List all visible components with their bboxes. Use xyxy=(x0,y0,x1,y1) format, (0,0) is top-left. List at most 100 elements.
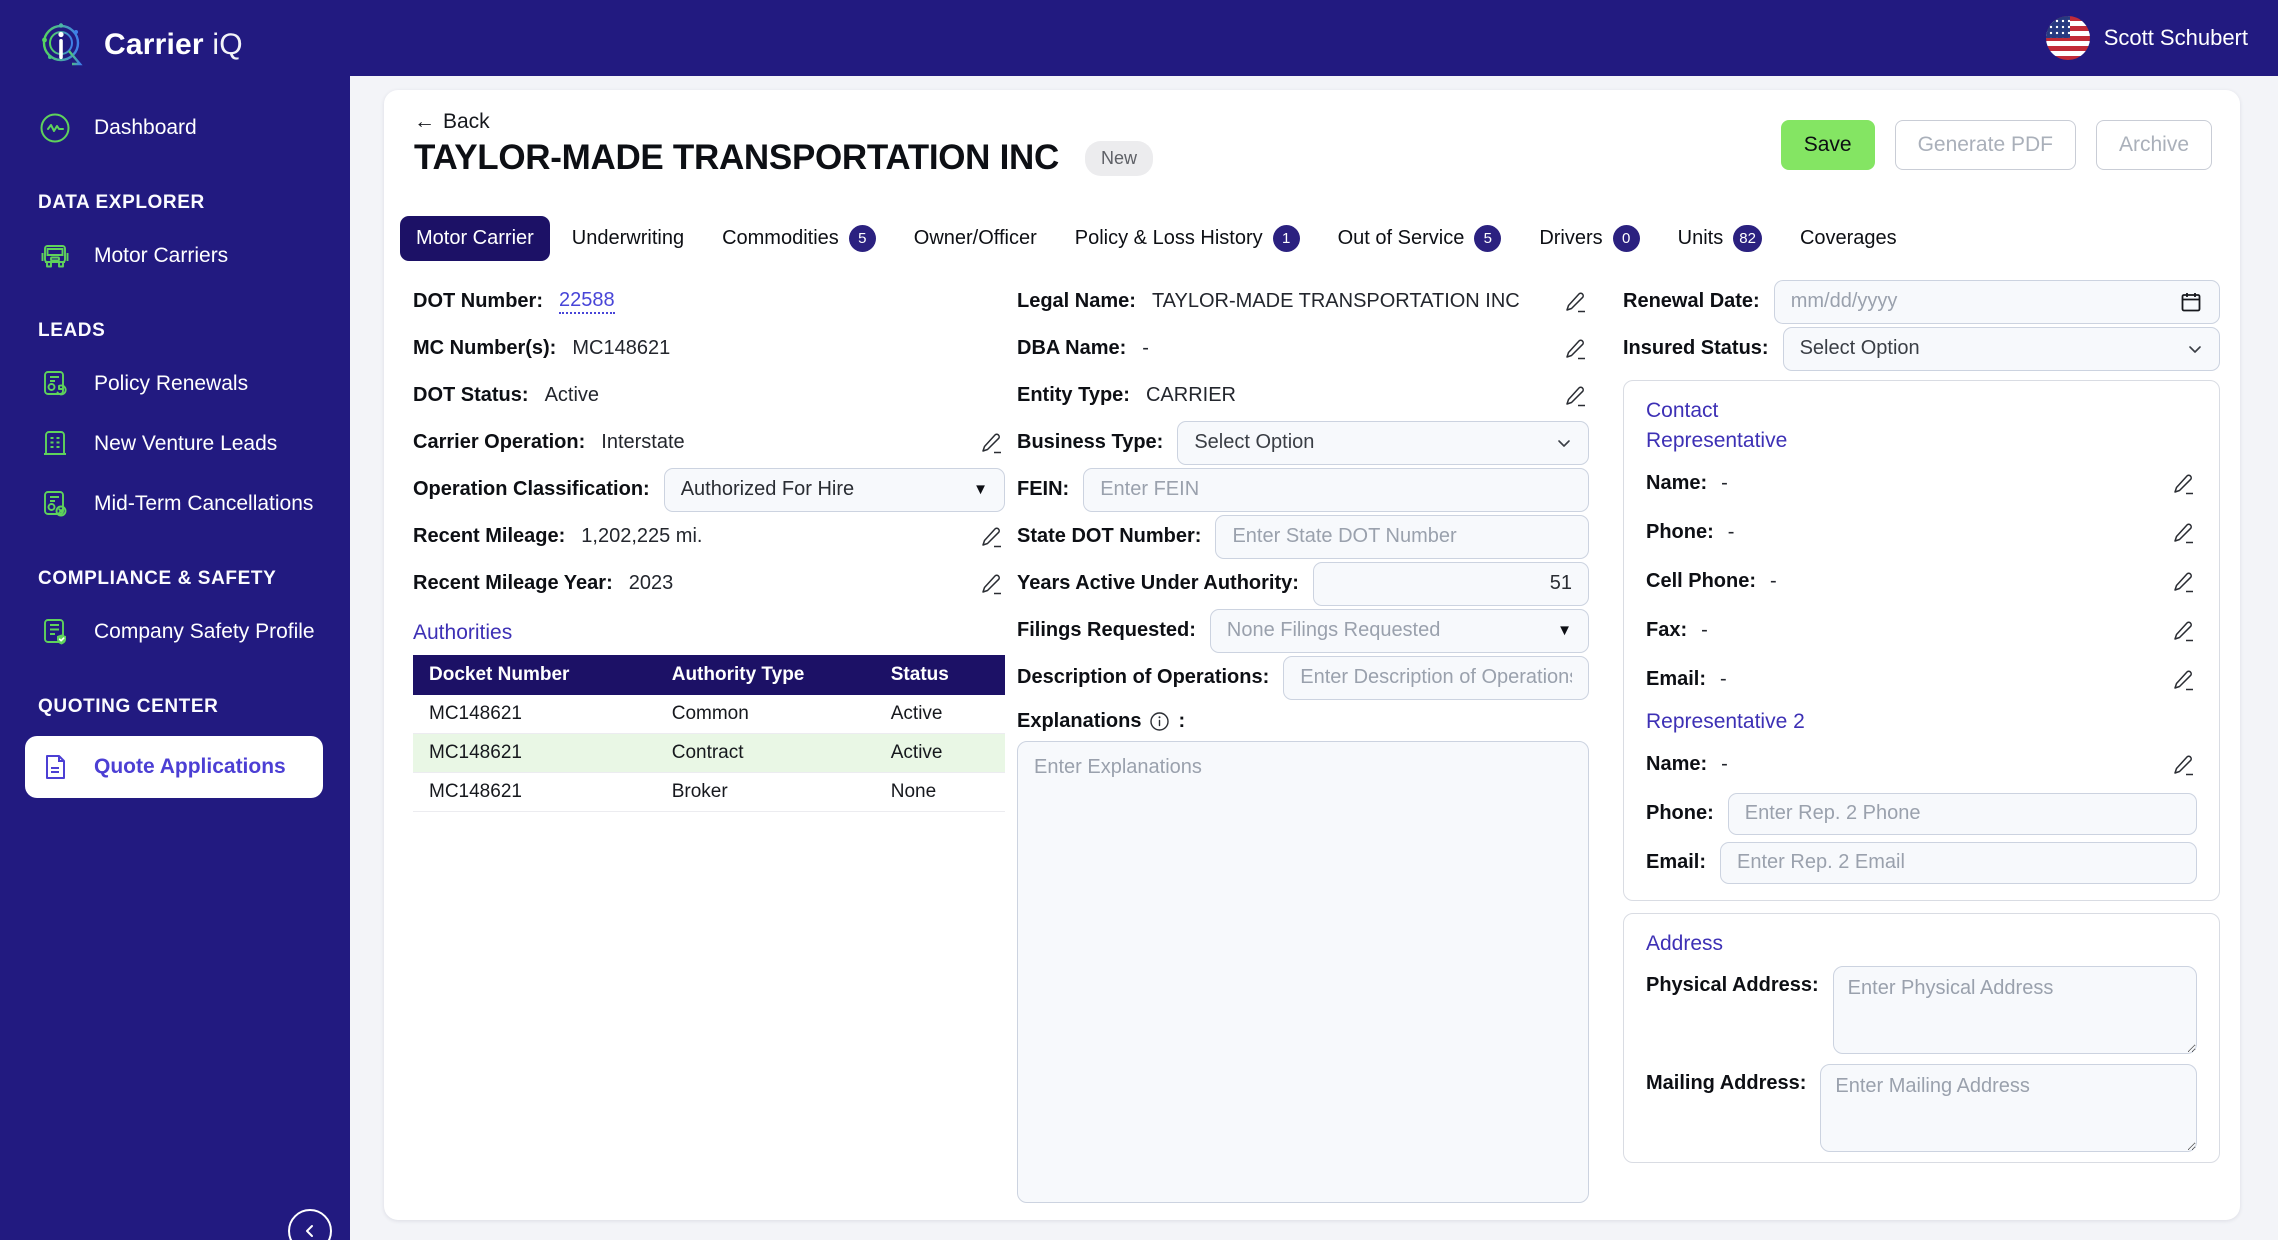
filings-requested-label: Filings Requested: xyxy=(1017,619,1196,642)
tab-badge: 5 xyxy=(1474,225,1501,252)
mailing-address-textarea[interactable] xyxy=(1820,1064,2197,1152)
tab-out-of-service[interactable]: Out of Service5 xyxy=(1322,214,1518,263)
dot-number-link[interactable]: 22588 xyxy=(559,289,615,314)
tab-badge: 82 xyxy=(1733,225,1762,252)
contact-title: Contact xyxy=(1646,399,2197,423)
back-arrow-icon: ← xyxy=(414,110,435,134)
explanations-textarea[interactable] xyxy=(1017,741,1589,1203)
sidebar-item-quote-applications[interactable]: Quote Applications xyxy=(25,736,323,798)
page-title: TAYLOR-MADE TRANSPORTATION INC xyxy=(414,138,1059,178)
insured-status-label: Insured Status: xyxy=(1623,337,1769,360)
rep2-email-input[interactable] xyxy=(1737,851,2180,874)
edit-icon[interactable] xyxy=(979,430,1005,456)
address-card: Address Physical Address: Mailing Addres… xyxy=(1623,913,2220,1163)
pulse-icon xyxy=(38,111,72,145)
save-button[interactable]: Save xyxy=(1781,120,1875,170)
authorities-table: Docket Number Authority Type Status MC14… xyxy=(413,655,1005,812)
tab-commodities[interactable]: Commodities5 xyxy=(706,214,892,263)
sidebar-item-company-safety-profile[interactable]: Company Safety Profile xyxy=(0,602,350,662)
sidebar-item-label: Mid-Term Cancellations xyxy=(94,492,313,516)
years-active-input[interactable] xyxy=(1330,572,1572,595)
tab-units[interactable]: Units82 xyxy=(1662,214,1778,263)
tab-underwriting[interactable]: Underwriting xyxy=(556,216,700,261)
mc-numbers-label: MC Number(s): xyxy=(413,337,556,360)
carrier-operation-label: Carrier Operation: xyxy=(413,431,585,454)
generate-pdf-button[interactable]: Generate PDF xyxy=(1895,120,2076,170)
tab-drivers[interactable]: Drivers0 xyxy=(1523,214,1655,263)
filings-requested-select[interactable]: None Filings Requested ▼ xyxy=(1210,609,1589,653)
sidebar-collapse-button[interactable] xyxy=(288,1209,332,1240)
edit-icon[interactable] xyxy=(2171,520,2197,546)
tab-bar: Motor Carrier Underwriting Commodities5 … xyxy=(400,214,1913,263)
sidebar-item-label: Motor Carriers xyxy=(94,244,228,268)
table-row[interactable]: MC148621 Contract Active xyxy=(413,734,1005,773)
tab-coverages[interactable]: Coverages xyxy=(1784,216,1913,261)
operation-classification-select[interactable]: Authorized For Hire ▼ xyxy=(664,468,1005,512)
insured-status-select[interactable]: Select Option xyxy=(1783,327,2220,371)
tab-badge: 0 xyxy=(1613,225,1640,252)
dropdown-arrow-icon: ▼ xyxy=(963,481,988,498)
edit-icon[interactable] xyxy=(1563,383,1589,409)
edit-icon[interactable] xyxy=(2171,752,2197,778)
edit-icon[interactable] xyxy=(2171,667,2197,693)
sidebar-item-motor-carriers[interactable]: Motor Carriers xyxy=(0,226,350,286)
rep2-phone-input[interactable] xyxy=(1745,802,2180,825)
rep1-cell-value: - xyxy=(1770,570,1777,593)
edit-icon[interactable] xyxy=(2171,471,2197,497)
tab-policy-loss-history[interactable]: Policy & Loss History1 xyxy=(1059,214,1316,263)
rep2-email-field[interactable] xyxy=(1720,842,2197,884)
years-active-field[interactable] xyxy=(1313,562,1589,606)
dba-name-value: - xyxy=(1142,337,1149,360)
sidebar-item-label: New Venture Leads xyxy=(94,432,277,456)
business-type-select[interactable]: Select Option xyxy=(1177,421,1589,465)
contact-card: Contact Representative Name: - Phone: - … xyxy=(1623,380,2220,901)
state-dot-number-input[interactable] xyxy=(1232,525,1572,548)
rep1-phone-value: - xyxy=(1728,521,1735,544)
sidebar-item-mid-term-cancellations[interactable]: Mid-Term Cancellations xyxy=(0,474,350,534)
sidebar-section-data-explorer: DATA EXPLORER xyxy=(0,158,350,226)
sidebar-nav: Dashboard DATA EXPLORER Motor Carriers L… xyxy=(0,76,350,798)
archive-button[interactable]: Archive xyxy=(2096,120,2212,170)
description-operations-input[interactable] xyxy=(1300,666,1572,689)
tab-motor-carrier[interactable]: Motor Carrier xyxy=(400,216,550,261)
carrier-iq-logo-icon xyxy=(36,19,88,71)
info-icon[interactable] xyxy=(1149,711,1170,732)
edit-icon[interactable] xyxy=(979,524,1005,550)
fein-field[interactable] xyxy=(1083,468,1589,512)
tab-owner-officer[interactable]: Owner/Officer xyxy=(898,216,1053,261)
chevron-left-icon xyxy=(302,1223,318,1239)
state-dot-number-field[interactable] xyxy=(1215,515,1589,559)
us-flag-avatar xyxy=(2046,16,2090,60)
list-document-icon xyxy=(38,427,72,461)
sidebar-item-dashboard[interactable]: Dashboard xyxy=(0,98,350,158)
calendar-icon[interactable] xyxy=(2179,290,2203,314)
sidebar-item-policy-renewals[interactable]: Policy Renewals xyxy=(0,354,350,414)
recent-mileage-year-value: 2023 xyxy=(629,572,674,595)
renewal-date-field[interactable]: mm/dd/yyyy xyxy=(1774,280,2220,324)
fein-input[interactable] xyxy=(1100,478,1572,501)
brand-logo[interactable]: Carrier iQ xyxy=(0,0,350,76)
rep2-phone-field[interactable] xyxy=(1728,793,2197,835)
legal-name-value: TAYLOR-MADE TRANSPORTATION INC xyxy=(1152,290,1520,313)
edit-icon[interactable] xyxy=(2171,569,2197,595)
chevron-down-icon xyxy=(2187,341,2203,357)
sidebar: Carrier iQ Dashboard DATA EXPLORER Motor… xyxy=(0,0,350,1240)
right-column: Renewal Date: mm/dd/yyyy Insured Status:… xyxy=(1623,278,2220,1163)
table-row[interactable]: MC148621 Broker None xyxy=(413,773,1005,812)
back-link[interactable]: ← Back xyxy=(414,110,490,134)
truck-icon xyxy=(38,239,72,273)
table-row[interactable]: MC148621 Common Active xyxy=(413,695,1005,734)
physical-address-textarea[interactable] xyxy=(1833,966,2197,1054)
edit-icon[interactable] xyxy=(1563,336,1589,362)
edit-icon[interactable] xyxy=(1563,289,1589,315)
sidebar-item-new-venture-leads[interactable]: New Venture Leads xyxy=(0,414,350,474)
user-name: Scott Schubert xyxy=(2104,25,2248,51)
user-menu[interactable]: Scott Schubert xyxy=(2046,16,2248,60)
description-operations-field[interactable] xyxy=(1283,656,1589,700)
edit-icon[interactable] xyxy=(979,571,1005,597)
operation-classification-label: Operation Classification: xyxy=(413,478,650,501)
edit-icon[interactable] xyxy=(2171,618,2197,644)
entity-type-label: Entity Type: xyxy=(1017,384,1130,407)
sidebar-section-compliance-safety: COMPLIANCE & SAFETY xyxy=(0,534,350,602)
sidebar-item-label: Company Safety Profile xyxy=(94,620,315,644)
